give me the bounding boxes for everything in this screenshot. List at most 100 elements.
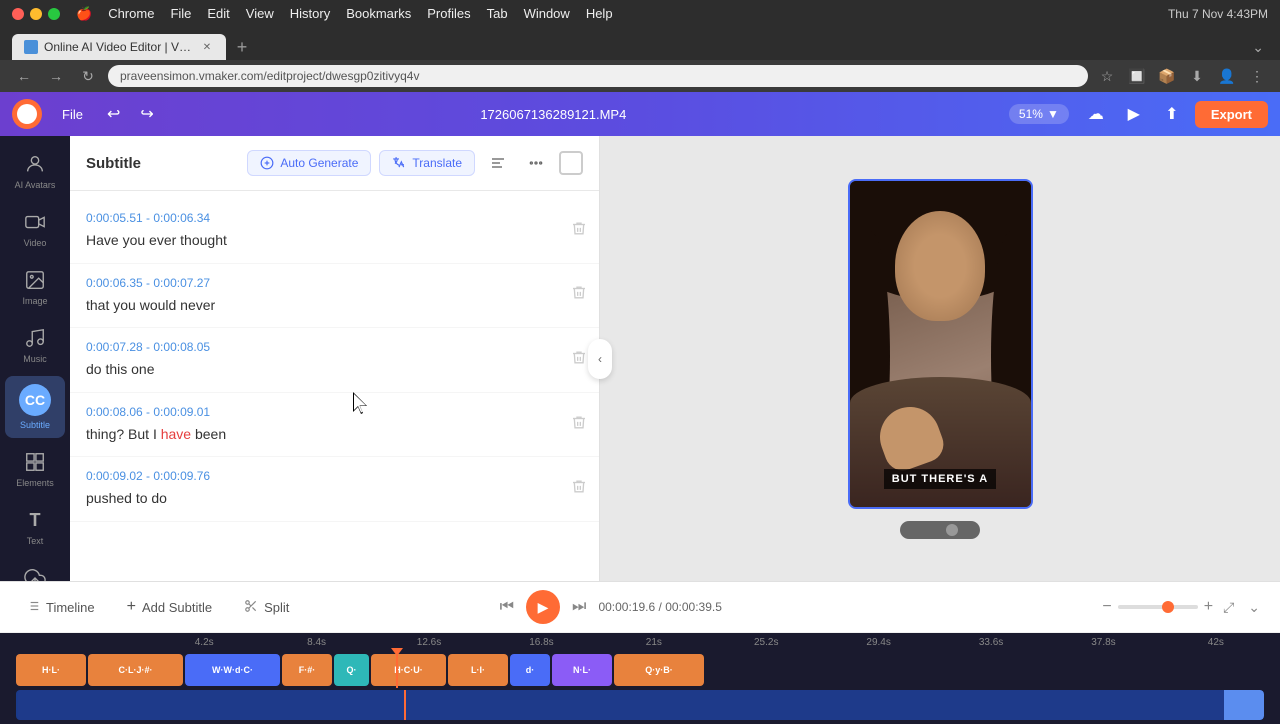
ruler-mark: 25.2s [710,637,822,648]
timeline-button[interactable]: Timeline [16,594,105,621]
download-icon[interactable]: ⬇ [1186,65,1208,87]
split-button[interactable]: Split [234,594,299,621]
subtitle-text[interactable]: that you would never [86,296,583,316]
rewind-button[interactable]: ⏮ [496,594,518,620]
file-menu-button[interactable]: File [54,103,91,126]
subtitle-text[interactable]: pushed to do [86,489,583,509]
subtitle-segment[interactable]: W·W·d·C· [185,654,280,686]
subtitle-panel: Subtitle Auto Generate Translate [70,136,600,581]
timeline-controls: Timeline + Add Subtitle Split ⏮ ▶ ⏭ 00:0… [0,582,1280,633]
subtitle-segment[interactable]: H·C·U· [371,654,446,686]
subtitle-text[interactable]: do this one [86,360,583,380]
sidebar-item-elements[interactable]: Elements [5,442,65,496]
playhead-triangle [391,648,403,656]
tab-close-button[interactable]: ✕ [200,40,214,54]
fit-view-button[interactable]: ⤢ [1219,595,1238,620]
sidebar-item-text[interactable]: T Text [5,500,65,554]
app-header: File ↩ ↪ 1726067136289121.MP4 51% ▼ ☁ ▶ … [0,92,1280,136]
tab-list-button[interactable]: ⌄ [1248,35,1268,60]
expand-timeline-button[interactable]: ⌄ [1244,595,1264,620]
zoom-selector[interactable]: 51% ▼ [1009,104,1069,124]
profiles-menu[interactable]: Profiles [427,6,470,22]
view-menu[interactable]: View [246,6,274,22]
close-traffic-light[interactable] [12,8,24,20]
refresh-button[interactable]: ↻ [76,64,100,88]
sidebar-item-subtitle[interactable]: CC Subtitle [5,376,65,438]
extension2-icon[interactable]: 📦 [1156,65,1178,87]
subtitle-time: 0:00:07.28 - 0:00:08.05 [86,340,583,354]
extension1-icon[interactable]: 🔲 [1126,65,1148,87]
menu-icon[interactable]: ⋮ [1246,65,1268,87]
subtitle-segment[interactable]: N·L· [552,654,612,686]
scrubber-thumb[interactable] [946,524,958,536]
logo-inner [17,104,37,124]
zoom-in-button[interactable]: + [1204,598,1213,616]
back-button[interactable]: ← [12,64,36,88]
subtitle-delete-button[interactable] [571,220,587,241]
subtitle-text[interactable]: Have you ever thought [86,231,583,251]
apple-menu[interactable]: 🍎 [76,6,92,22]
sidebar-item-music[interactable]: Music [5,318,65,372]
ruler-marks: 4.2s 8.4s 12.6s 16.8s 21s 25.2s 29.4s 33… [140,637,1280,648]
sidebar-item-video[interactable]: Video [5,202,65,256]
new-tab-button[interactable]: + [230,35,254,59]
elements-icon [23,450,47,474]
chrome-menu[interactable]: Chrome [108,6,154,22]
subtitle-delete-button[interactable] [571,285,587,306]
subtitle-delete-button[interactable] [571,349,587,370]
color-swatch[interactable] [559,151,583,175]
window-menu[interactable]: Window [524,6,570,22]
address-bar[interactable]: praveensimon.vmaker.com/editproject/dwes… [108,65,1088,87]
tab-menu[interactable]: Tab [487,6,508,22]
zoom-slider[interactable] [1118,605,1198,609]
add-subtitle-button[interactable]: + Add Subtitle [117,593,222,621]
playback-controls: ⏮ ▶ ⏭ 00:00:19.6 / 00:00:39.5 [496,590,722,624]
profile-icon[interactable]: 👤 [1216,65,1238,87]
subtitle-delete-button[interactable] [571,414,587,435]
subtitle-segment[interactable]: C·L·J·#· [88,654,183,686]
subtitle-segment[interactable]: F·#· [282,654,332,686]
subtitle-segment[interactable]: Q· [334,654,369,686]
share-button[interactable]: ⬆ [1157,99,1187,129]
browser-tab[interactable]: Online AI Video Editor | Vma... ✕ [12,34,226,60]
subtitle-delete-button[interactable] [571,479,587,500]
system-time: Thu 7 Nov 4:43PM [1168,7,1268,21]
translate-button[interactable]: Translate [379,150,475,176]
panel-collapse-button[interactable]: ‹ [588,339,612,379]
tab-title: Online AI Video Editor | Vma... [44,40,194,54]
edit-menu[interactable]: Edit [207,6,229,22]
playhead [396,652,398,688]
ruler-mark: 8.4s [260,637,372,648]
play-pause-button[interactable]: ▶ [526,590,560,624]
bookmark-icon[interactable]: ☆ [1096,65,1118,87]
subtitle-segment[interactable]: L·I· [448,654,508,686]
maximize-traffic-light[interactable] [48,8,60,20]
bookmarks-menu[interactable]: Bookmarks [346,6,411,22]
zoom-chevron-icon: ▼ [1047,107,1059,121]
subtitle-time: 0:00:08.06 - 0:00:09.01 [86,405,583,419]
preview-button[interactable]: ▶ [1119,99,1149,129]
minimize-traffic-light[interactable] [30,8,42,20]
sidebar-item-upload[interactable]: Upload [5,558,65,581]
sidebar-item-image[interactable]: Image [5,260,65,314]
file-menu[interactable]: File [170,6,191,22]
subtitle-segment[interactable]: d· [510,654,550,686]
help-menu[interactable]: Help [586,6,613,22]
text-format-button[interactable] [483,148,513,178]
subtitle-segment[interactable]: Q·y·B· [614,654,704,686]
video-track[interactable] [16,690,1264,720]
video-track-fill [16,690,1264,720]
forward-button[interactable]: → [44,64,68,88]
sidebar-item-ai-avatars[interactable]: AI Avatars [5,144,65,198]
subtitle-text[interactable]: thing? But I have been [86,425,583,445]
export-button[interactable]: Export [1195,101,1268,128]
subtitle-segment[interactable]: H·L· [16,654,86,686]
history-menu[interactable]: History [290,6,330,22]
zoom-value: 51% [1019,107,1043,121]
video-scrubber-bar[interactable] [900,521,980,539]
auto-generate-button[interactable]: Auto Generate [247,150,371,176]
more-options-button[interactable] [521,148,551,178]
zoom-out-button[interactable]: − [1102,598,1111,616]
fast-forward-button[interactable]: ⏭ [568,594,590,620]
cloud-save-button[interactable]: ☁ [1081,99,1111,129]
